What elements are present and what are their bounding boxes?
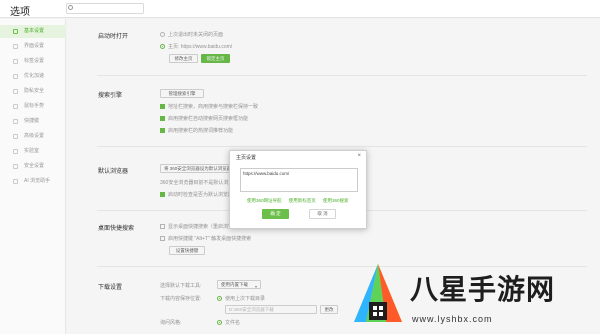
cancel-button[interactable]: 取 消 xyxy=(309,209,336,219)
tab-icon xyxy=(13,59,18,64)
homepage-settings-dialog: 主页设置 × https://www.baidu.com/ 使用360网址导航 … xyxy=(229,150,367,229)
ai-icon xyxy=(13,179,18,184)
shield-icon xyxy=(13,89,18,94)
confirm-button[interactable]: 确 定 xyxy=(262,209,289,219)
speed-icon xyxy=(13,74,18,79)
advanced-icon xyxy=(13,134,18,139)
sidebar-item-speed[interactable]: 优化加速 xyxy=(0,70,66,83)
sidebar-item-label: 快捷键 xyxy=(24,118,40,124)
homepage-quick-links: 使用360网址导航 使用新标签页 使用360搜索 xyxy=(247,198,355,204)
sidebar-item-label: 实验室 xyxy=(24,148,40,154)
sidebar-item-label: 基本设置 xyxy=(24,28,45,34)
use-new-tab-link[interactable]: 使用新标签页 xyxy=(289,198,316,203)
sidebar-item-label: 鼠标手势 xyxy=(24,103,45,109)
settings-search-input[interactable] xyxy=(66,3,144,14)
sidebar-item-label: 高级设置 xyxy=(24,133,45,139)
sidebar-item-lab[interactable]: 实验室 xyxy=(0,145,66,158)
watermark-brand: 八星手游网 xyxy=(410,273,556,306)
search-icon xyxy=(68,5,73,10)
sidebar-item-label: 界面设置 xyxy=(24,43,45,49)
page-title: 选项 xyxy=(10,7,30,18)
site-logo-icon xyxy=(354,264,402,322)
keyboard-icon xyxy=(13,119,18,124)
settings-icon xyxy=(13,29,18,34)
close-icon[interactable]: × xyxy=(357,153,361,159)
lock-icon xyxy=(13,164,18,169)
sidebar-item-privacy[interactable]: 隐私安全 xyxy=(0,85,66,98)
sidebar-item-label: 标签设置 xyxy=(24,58,45,64)
sidebar-item-security[interactable]: 安全设置 xyxy=(0,160,66,173)
use-360-nav-link[interactable]: 使用360网址导航 xyxy=(247,198,282,203)
dialog-title: 主页设置 xyxy=(236,155,257,161)
mouse-icon xyxy=(13,104,18,109)
sidebar-item-shortcuts[interactable]: 快捷键 xyxy=(0,115,66,128)
watermark-url: www.lyshbx.com xyxy=(412,314,493,324)
sidebar-item-tabs[interactable]: 标签设置 xyxy=(0,55,66,68)
flask-icon xyxy=(13,149,18,154)
sidebar-item-gestures[interactable]: 鼠标手势 xyxy=(0,100,66,113)
sidebar: 基本设置 界面设置 标签设置 优化加速 隐私安全 鼠标手势 快捷键 高级设置 实… xyxy=(0,19,66,334)
homepage-url-input[interactable]: https://www.baidu.com/ xyxy=(240,168,358,192)
sidebar-item-label: 安全设置 xyxy=(24,163,45,169)
sidebar-item-ai-assistant[interactable]: AI 浏览助手 xyxy=(0,175,66,188)
interface-icon xyxy=(13,44,18,49)
sidebar-item-label: 优化加速 xyxy=(24,73,45,79)
sidebar-item-interface[interactable]: 界面设置 xyxy=(0,40,66,53)
sidebar-item-advanced[interactable]: 高级设置 xyxy=(0,130,66,143)
sidebar-item-label: AI 浏览助手 xyxy=(24,178,51,184)
window-header: 选项 xyxy=(0,0,600,18)
sidebar-item-label: 隐私安全 xyxy=(24,88,45,94)
sidebar-item-basic[interactable]: 基本设置 xyxy=(0,25,66,38)
use-360-search-link[interactable]: 使用360搜索 xyxy=(323,198,349,203)
site-watermark: 八星手游网 www.lyshbx.com xyxy=(350,260,600,334)
